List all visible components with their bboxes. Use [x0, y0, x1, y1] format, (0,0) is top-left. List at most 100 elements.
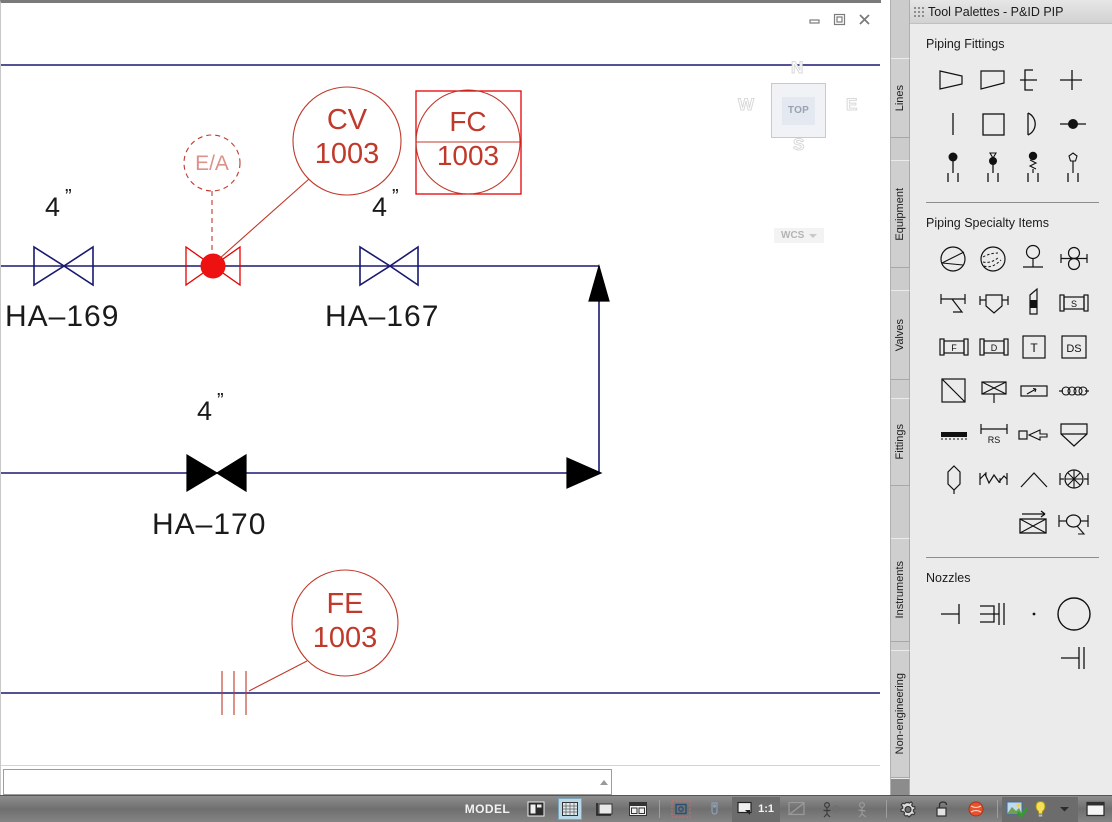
flow-indicator-icon[interactable]: [974, 238, 1014, 280]
isolate-objects-icon[interactable]: [664, 797, 698, 822]
support-hanger-icon[interactable]: [1054, 147, 1094, 189]
minimize-button[interactable]: [807, 12, 822, 27]
flow-arrow-right: [566, 457, 603, 489]
palette-tab-lines[interactable]: Lines: [891, 58, 910, 138]
tool-palette-titlebar[interactable]: Tool Palettes - P&ID PIP: [909, 0, 1112, 24]
palette-tab-equipment[interactable]: Equipment: [891, 160, 910, 268]
double-circle-inline-icon[interactable]: [1054, 238, 1094, 280]
vibration-damper-icon[interactable]: [974, 458, 1014, 500]
size-label-right-inch: ”: [392, 186, 399, 208]
customization-icon[interactable]: [959, 797, 993, 822]
close-button[interactable]: [857, 12, 872, 27]
blind-flange-square-icon[interactable]: [974, 103, 1014, 145]
drip-leg-icon[interactable]: [1014, 238, 1054, 280]
pipe-closure-icon[interactable]: [1014, 103, 1054, 145]
filter-f-icon[interactable]: F: [934, 326, 974, 368]
nozzle-plain-icon[interactable]: [934, 593, 974, 635]
palette-tab-fittings[interactable]: Fittings: [891, 398, 910, 486]
palette-divider-2: [926, 557, 1099, 558]
flame-arrestor-icon[interactable]: [1014, 282, 1054, 324]
workspace-switch-icon[interactable]: [814, 797, 848, 822]
size-label-left: 4: [45, 192, 60, 222]
pipe-line-icon[interactable]: [934, 103, 974, 145]
support-guide-icon[interactable]: [974, 147, 1014, 189]
instrument-leader-cv-1003: [218, 178, 310, 260]
tool-palette-content[interactable]: Piping Fittings Piping Specialty Items S…: [910, 24, 1112, 795]
clean-screen-icon[interactable]: [1078, 797, 1112, 822]
flexible-hose-icon[interactable]: [1014, 370, 1054, 412]
model-space-icon[interactable]: [519, 797, 553, 822]
pipe-cap-icon[interactable]: [1014, 59, 1054, 101]
nozzle-point-icon[interactable]: [1014, 593, 1054, 635]
chevron-down-icon[interactable]: [1052, 798, 1076, 820]
display-tools-group[interactable]: [1002, 796, 1078, 822]
sight-glass-icon[interactable]: [934, 238, 974, 280]
restriction-orifice-icon[interactable]: RS: [974, 414, 1014, 456]
palette-group-piping-specialty: S F D T DS RS: [934, 238, 1112, 544]
layout-icon[interactable]: [621, 797, 655, 822]
pid-drawing: .pipe { stroke:#191970; stroke-width:1.6…: [1, 64, 880, 715]
command-input[interactable]: [4, 771, 597, 793]
drawing-canvas[interactable]: .pipe { stroke:#191970; stroke-width:1.6…: [1, 31, 880, 766]
ucs-label: WCS: [781, 230, 805, 241]
gear-icon[interactable]: [891, 797, 925, 822]
palette-tab-instruments[interactable]: Instruments: [891, 538, 910, 642]
inline-mixer-box-icon[interactable]: [934, 370, 974, 412]
funnel-icon[interactable]: [1054, 414, 1094, 456]
instrument-bubble-ea[interactable]: E/A: [183, 134, 241, 254]
vent-cone-icon[interactable]: [1014, 458, 1054, 500]
palette-cell-empty-5: [1014, 637, 1054, 679]
annotation-visibility-icon[interactable]: [698, 797, 732, 822]
palette-tab-valves[interactable]: Valves: [891, 290, 910, 380]
palette-cell-empty-2: [974, 502, 1014, 544]
drawing-window: .pipe { stroke:#191970; stroke-width:1.6…: [0, 0, 882, 795]
lightbulb-icon[interactable]: [1028, 798, 1052, 820]
palette-cell-empty-4: [974, 637, 1014, 679]
ejector-icon[interactable]: [1014, 414, 1054, 456]
blank-spacer-icon[interactable]: [934, 414, 974, 456]
reducer-eccentric-icon[interactable]: [974, 59, 1014, 101]
annotation-scale-group[interactable]: 1:1: [732, 796, 780, 822]
support-spring-icon[interactable]: [1014, 147, 1054, 189]
sampling-point-icon[interactable]: [1054, 502, 1094, 544]
hardware-accel-icon[interactable]: [848, 797, 882, 822]
instrument-bubble-fe-1003[interactable]: FE 1003: [248, 569, 399, 692]
ucs-selector[interactable]: WCS: [774, 228, 825, 243]
palette-section-title-nozzles: Nozzles: [926, 571, 971, 585]
annotation-scale-value[interactable]: 1:1: [758, 803, 778, 815]
isolate-layer-icon[interactable]: [1004, 798, 1028, 820]
lock-ui-icon[interactable]: [925, 797, 959, 822]
flow-nozzle-arrow-icon[interactable]: [1014, 502, 1054, 544]
trap-t-icon[interactable]: T: [1014, 326, 1054, 368]
annotation-scale-icon[interactable]: [734, 798, 758, 820]
palette-tab-non-engineering[interactable]: Non-engineering: [891, 650, 910, 778]
inline-filter-wheel-icon[interactable]: [1054, 458, 1094, 500]
silencer-s-icon[interactable]: S: [1054, 282, 1094, 324]
strainer-tee-icon[interactable]: [934, 282, 974, 324]
desuperheater-ds-icon[interactable]: DS: [1054, 326, 1094, 368]
grid-display-icon[interactable]: [553, 797, 587, 822]
palette-drag-grip[interactable]: [912, 4, 924, 19]
bellows-icon[interactable]: [1054, 370, 1094, 412]
expansion-joint-icon[interactable]: [974, 370, 1014, 412]
check-valve-ha-170[interactable]: [186, 453, 247, 493]
viewport-scale-icon[interactable]: [780, 797, 814, 822]
restore-button[interactable]: [832, 12, 847, 27]
palette-tab-lines-label: Lines: [894, 84, 906, 112]
support-anchor-icon[interactable]: [934, 147, 974, 189]
plug-icon[interactable]: [1054, 103, 1094, 145]
rupture-disc-icon[interactable]: [934, 458, 974, 500]
nozzle-flanged-icon[interactable]: [974, 593, 1014, 635]
pipe-end-icon[interactable]: [1054, 59, 1094, 101]
strainer-conical-icon[interactable]: [974, 282, 1014, 324]
nozzle-manway-icon[interactable]: [1054, 593, 1094, 635]
command-history-scroll-up[interactable]: [597, 770, 611, 794]
reducer-concentric-icon[interactable]: [934, 59, 974, 101]
model-space-label[interactable]: MODEL: [456, 797, 519, 822]
desiccant-d-icon[interactable]: D: [974, 326, 1014, 368]
instrument-bubble-fc-1003[interactable]: FC 1003: [415, 89, 522, 195]
instrument-bubble-cv-1003[interactable]: CV 1003: [218, 86, 402, 260]
command-line[interactable]: [3, 769, 612, 795]
nozzle-flanged-2-icon[interactable]: [1054, 637, 1094, 679]
viewport-icon[interactable]: [587, 797, 621, 822]
